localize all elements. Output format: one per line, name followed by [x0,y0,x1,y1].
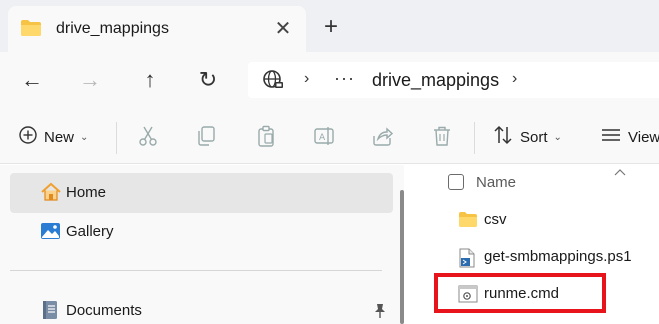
folder-icon [20,19,42,42]
new-button[interactable]: New ⌄ [18,124,88,150]
sidebar-item-label: Gallery [66,223,114,240]
svg-text:A: A [319,133,326,143]
navigation-scrollbar[interactable] [400,190,404,324]
forward-button[interactable]: → [76,66,104,94]
folder-icon [458,211,478,233]
close-icon[interactable]: ✕ [270,16,296,42]
sort-button-label: Sort [520,129,548,146]
new-tab-button[interactable]: + [318,14,344,40]
sidebar-item-gallery[interactable]: Gallery [10,212,393,252]
select-all-checkbox[interactable] [448,174,464,190]
copy-icon[interactable] [194,124,218,148]
tab-title: drive_mappings [56,20,169,37]
breadcrumb-drive-mappings[interactable]: drive_mappings [372,70,499,91]
back-button[interactable]: ← [18,66,46,94]
chevron-down-icon: ⌄ [553,132,562,143]
file-name: csv [484,211,507,228]
chevron-down-icon: ⌄ [80,131,89,143]
tab-strip: drive_mappings ✕ + [0,0,659,52]
sort-arrows-icon [492,124,514,151]
up-button[interactable]: ↑ [136,66,164,94]
documents-icon [40,300,60,324]
toolbar-separator [474,122,475,154]
view-button-label: View [628,129,659,146]
address-toolbar: ← → ↑ ↻ › ··· drive_mappings › [0,52,659,108]
view-list-icon [600,124,622,151]
sidebar-divider [10,270,382,271]
sidebar-item-home[interactable]: Home [10,173,393,213]
sort-ascending-icon [614,163,626,181]
globe-icon [262,69,284,96]
sidebar-item-label: Home [66,184,107,201]
tab-drive-mappings[interactable]: drive_mappings ✕ [8,6,306,52]
delete-icon[interactable] [430,124,454,148]
cut-icon[interactable] [136,124,160,148]
gallery-icon [40,221,62,246]
chevron-right-icon[interactable]: › [512,70,517,88]
command-bar: New ⌄ A Sort ⌄ View [0,108,659,164]
column-header-name[interactable]: Name [476,174,516,191]
overflow-crumbs-button[interactable]: ··· [334,68,355,89]
sidebar-item-label: Documents [66,302,142,319]
highlight-annotation [434,273,606,313]
paste-icon[interactable] [254,124,278,148]
home-icon [40,182,62,207]
pin-icon[interactable] [373,303,387,324]
refresh-button[interactable]: ↻ [194,66,222,94]
plus-circle-icon [18,125,38,150]
toolbar-separator [116,122,117,154]
chevron-right-icon[interactable]: › [304,70,309,88]
share-icon[interactable] [370,124,394,148]
new-button-label: New [44,128,75,146]
sort-button[interactable]: Sort ⌄ [492,124,562,151]
powershell-script-icon [458,248,476,273]
address-bar[interactable]: › ··· drive_mappings › [248,62,659,98]
file-name: get-smbmappings.ps1 [484,248,632,265]
view-button[interactable]: View [600,124,659,151]
rename-icon[interactable]: A [312,124,336,148]
sidebar-item-documents[interactable]: Documents [10,291,393,324]
